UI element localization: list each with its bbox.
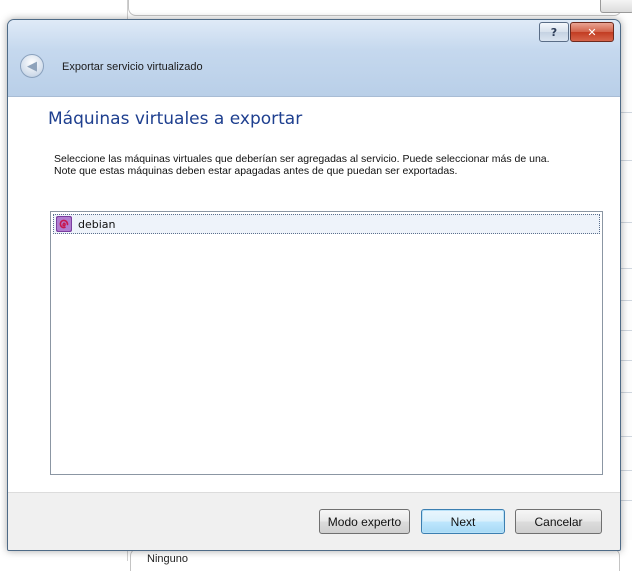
background-button-top — [600, 0, 632, 13]
wizard-title: Exportar servicio virtualizado — [62, 61, 203, 73]
title-bar: ? ✕ ◀ Exportar servicio virtualizado — [8, 20, 620, 96]
page-description: Seleccione las máquinas virtuales que de… — [54, 153, 550, 177]
window-controls: ? ✕ — [539, 22, 614, 42]
background-field-top — [128, 0, 622, 16]
debian-swirl-icon — [56, 216, 72, 232]
button-bar: Modo experto Next Cancelar — [8, 492, 620, 550]
close-icon: ✕ — [587, 25, 597, 39]
vm-name: debian — [78, 217, 116, 231]
background-field-value: Ninguno — [147, 553, 188, 565]
page-title: Máquinas virtuales a exportar — [48, 109, 303, 129]
wizard-page: Máquinas virtuales a exportar Seleccione… — [8, 96, 620, 493]
help-button[interactable]: ? — [539, 22, 569, 42]
export-appliance-dialog: ? ✕ ◀ Exportar servicio virtualizado Máq… — [7, 19, 621, 551]
virtual-machine-list[interactable]: debian — [50, 211, 603, 475]
back-arrow-icon: ◀ — [27, 58, 37, 74]
background-field-bottom[interactable]: Ninguno — [130, 548, 620, 571]
back-button[interactable]: ◀ — [20, 54, 44, 78]
list-item[interactable]: debian — [53, 214, 600, 234]
cancel-button[interactable]: Cancelar — [515, 509, 602, 534]
next-button[interactable]: Next — [421, 509, 505, 534]
expert-mode-button[interactable]: Modo experto — [319, 509, 410, 534]
close-button[interactable]: ✕ — [570, 22, 614, 42]
